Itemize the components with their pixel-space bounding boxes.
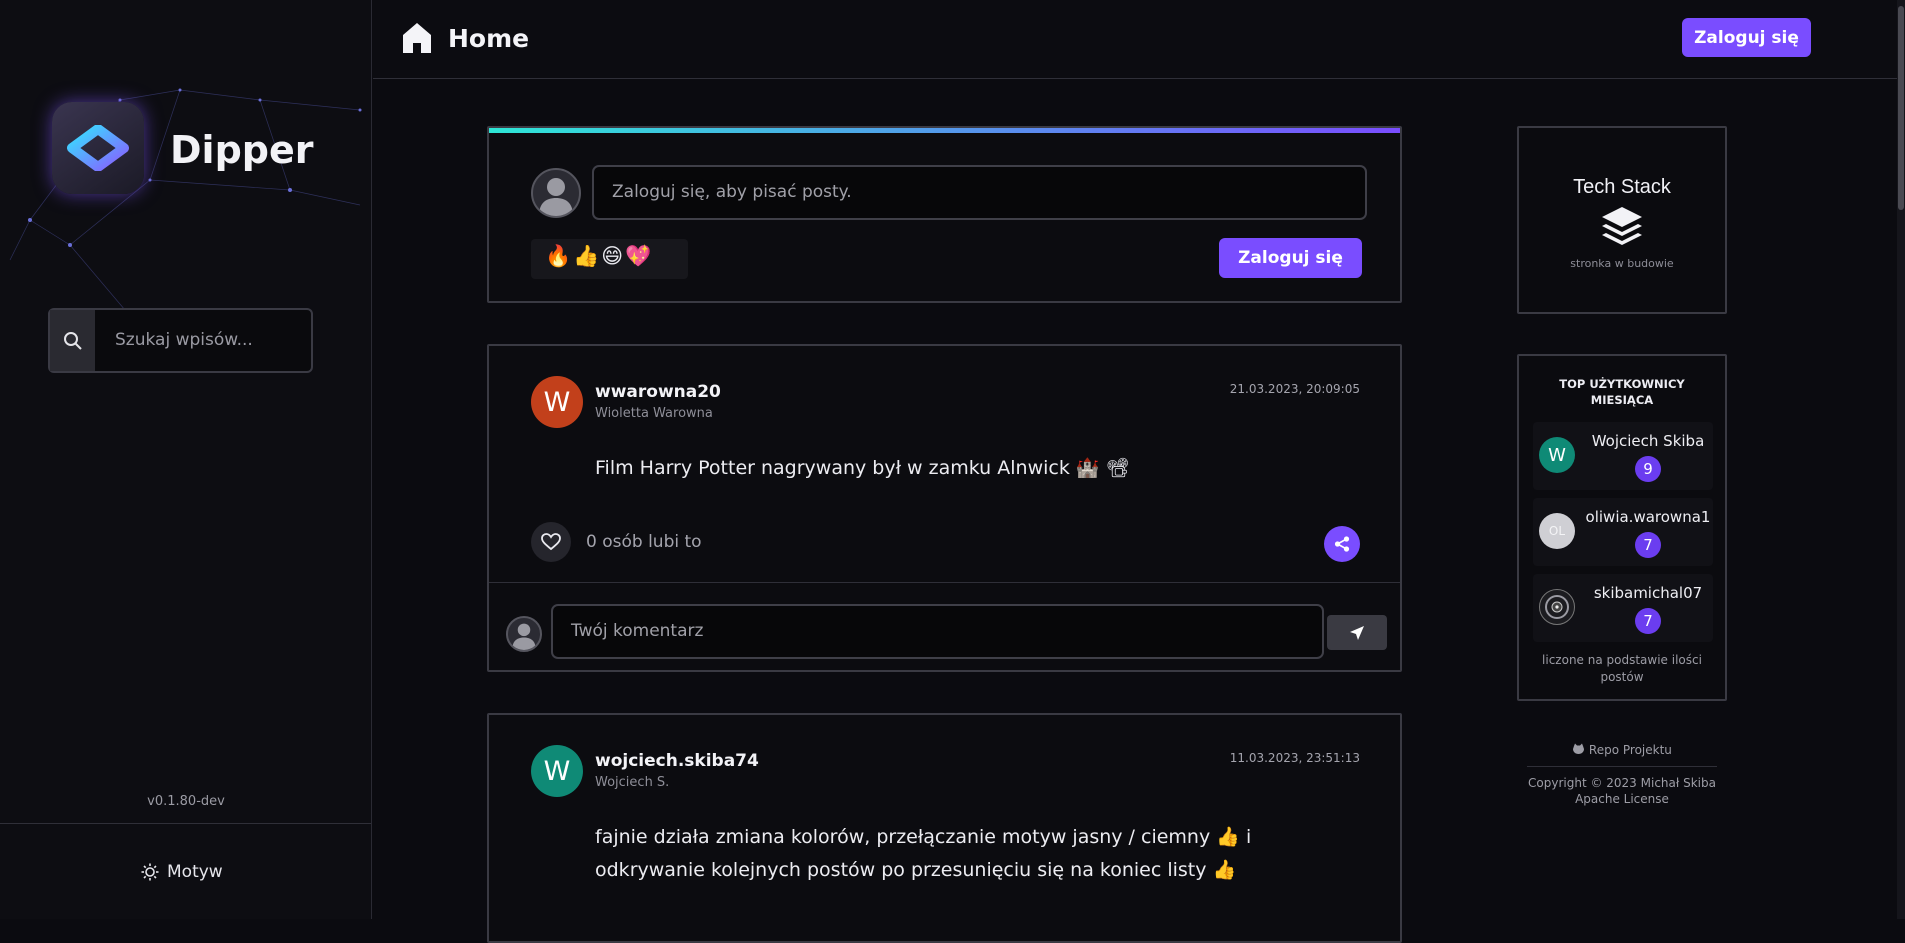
top-users-title: TOP UŻYTKOWNICY MIESIĄCA xyxy=(1559,377,1685,407)
divider xyxy=(1527,766,1717,767)
app-name: Dipper xyxy=(170,128,314,172)
theme-label: Motyw xyxy=(167,862,223,882)
composer-login-button[interactable]: Zaloguj się xyxy=(1219,238,1362,278)
post-card: W wojciech.skiba74 Wojciech S. 11.03.202… xyxy=(487,713,1402,943)
login-button[interactable]: Zaloguj się xyxy=(1682,18,1811,57)
like-button[interactable] xyxy=(531,522,571,562)
tech-stack-subtitle: stronka w budowie xyxy=(1570,257,1674,270)
post-count-badge: 9 xyxy=(1635,456,1661,482)
scrollbar[interactable] xyxy=(1897,0,1905,919)
logo-icon xyxy=(67,125,129,171)
top-user-name: oliwia.warowna1 xyxy=(1585,508,1711,526)
post-card: W wwarowna20 Wioletta Warowna 21.03.2023… xyxy=(487,344,1402,672)
post-fullname: Wioletta Warowna xyxy=(595,406,713,421)
post-input[interactable]: Zaloguj się, aby pisać posty. xyxy=(592,165,1367,220)
theme-toggle[interactable]: Motyw xyxy=(141,862,223,882)
repo-link-text[interactable]: Repo Projektu xyxy=(1589,743,1672,757)
divider xyxy=(489,582,1400,583)
footer: Repo Projektu Copyright © 2023 Michał Sk… xyxy=(1517,742,1727,807)
camera-lens-icon xyxy=(1545,595,1569,619)
comment-input[interactable]: Twój komentarz xyxy=(551,604,1324,659)
copyright: Copyright © 2023 Michał Skiba xyxy=(1528,776,1716,790)
top-user-row[interactable]: W Wojciech Skiba 9 xyxy=(1533,422,1713,490)
post-date: 21.03.2023, 20:09:05 xyxy=(1229,382,1360,396)
user-icon xyxy=(539,178,573,216)
post-username[interactable]: wojciech.skiba74 xyxy=(595,751,759,771)
tech-stack-title: Tech Stack xyxy=(1573,176,1671,198)
top-user-name: skibamichal07 xyxy=(1593,584,1703,602)
post-composer: Zaloguj się, aby pisać posty. 🔥👍😄💖 Zalog… xyxy=(487,126,1402,303)
user-icon xyxy=(512,623,536,650)
layers-icon xyxy=(1602,207,1642,245)
tech-stack-widget[interactable]: Tech Stack stronka w budowie xyxy=(1517,126,1727,314)
likes-count: 0 osób lubi to xyxy=(586,532,702,552)
top-user-row[interactable]: OL oliwia.warowna1 7 xyxy=(1533,498,1713,566)
home-icon xyxy=(403,23,431,53)
sidebar: Dipper Szukaj wpisów... v0.1.80-dev Moty… xyxy=(0,0,372,919)
search-icon[interactable] xyxy=(50,310,95,371)
avatar: W xyxy=(1539,437,1575,473)
share-button[interactable] xyxy=(1324,526,1360,562)
heart-icon xyxy=(541,533,561,551)
scrollbar-thumb[interactable] xyxy=(1898,6,1904,210)
avatar[interactable]: W xyxy=(531,376,583,428)
post-username[interactable]: wwarowna20 xyxy=(595,382,721,402)
post-fullname: Wojciech S. xyxy=(595,775,670,790)
commenter-avatar xyxy=(506,616,542,652)
page-title-text: Home xyxy=(448,23,530,53)
post-content: Film Harry Potter nagrywany był w zamku … xyxy=(595,457,1130,479)
top-user-row[interactable]: skibamichal07 7 xyxy=(1533,574,1713,642)
top-users-widget: TOP UŻYTKOWNICY MIESIĄCA W Wojciech Skib… xyxy=(1517,354,1727,701)
sun-icon xyxy=(141,863,159,881)
github-icon xyxy=(1573,743,1585,754)
avatar xyxy=(531,168,581,218)
avatar[interactable]: W xyxy=(531,745,583,797)
repo-link[interactable]: Repo Projektu xyxy=(1517,742,1727,758)
avatar xyxy=(1539,589,1575,625)
gradient-bar xyxy=(489,128,1400,133)
license: Apache License xyxy=(1575,792,1669,806)
avatar: OL xyxy=(1539,513,1575,549)
post-count-badge: 7 xyxy=(1635,608,1661,634)
share-icon xyxy=(1334,536,1350,552)
search-box[interactable]: Szukaj wpisów... xyxy=(48,308,313,373)
top-user-name: Wojciech Skiba xyxy=(1591,432,1705,450)
search-input[interactable]: Szukaj wpisów... xyxy=(95,310,253,371)
sidebar-footer: Motyw xyxy=(0,823,371,919)
post-date: 11.03.2023, 23:51:13 xyxy=(1229,751,1360,765)
top-bar: Home Zaloguj się xyxy=(373,0,1905,79)
page-title: Home xyxy=(401,21,529,55)
post-count-badge: 7 xyxy=(1635,532,1661,558)
send-comment-button[interactable] xyxy=(1327,615,1387,650)
send-icon xyxy=(1350,625,1364,640)
emoji-picker[interactable]: 🔥👍😄💖 xyxy=(531,239,688,279)
dipper-logo[interactable] xyxy=(52,102,144,194)
post-content: fajnie działa zmiana kolorów, przełączan… xyxy=(595,826,1252,881)
top-users-note: liczone na podstawie ilości postów xyxy=(1542,653,1702,684)
version-label: v0.1.80-dev xyxy=(147,794,225,809)
